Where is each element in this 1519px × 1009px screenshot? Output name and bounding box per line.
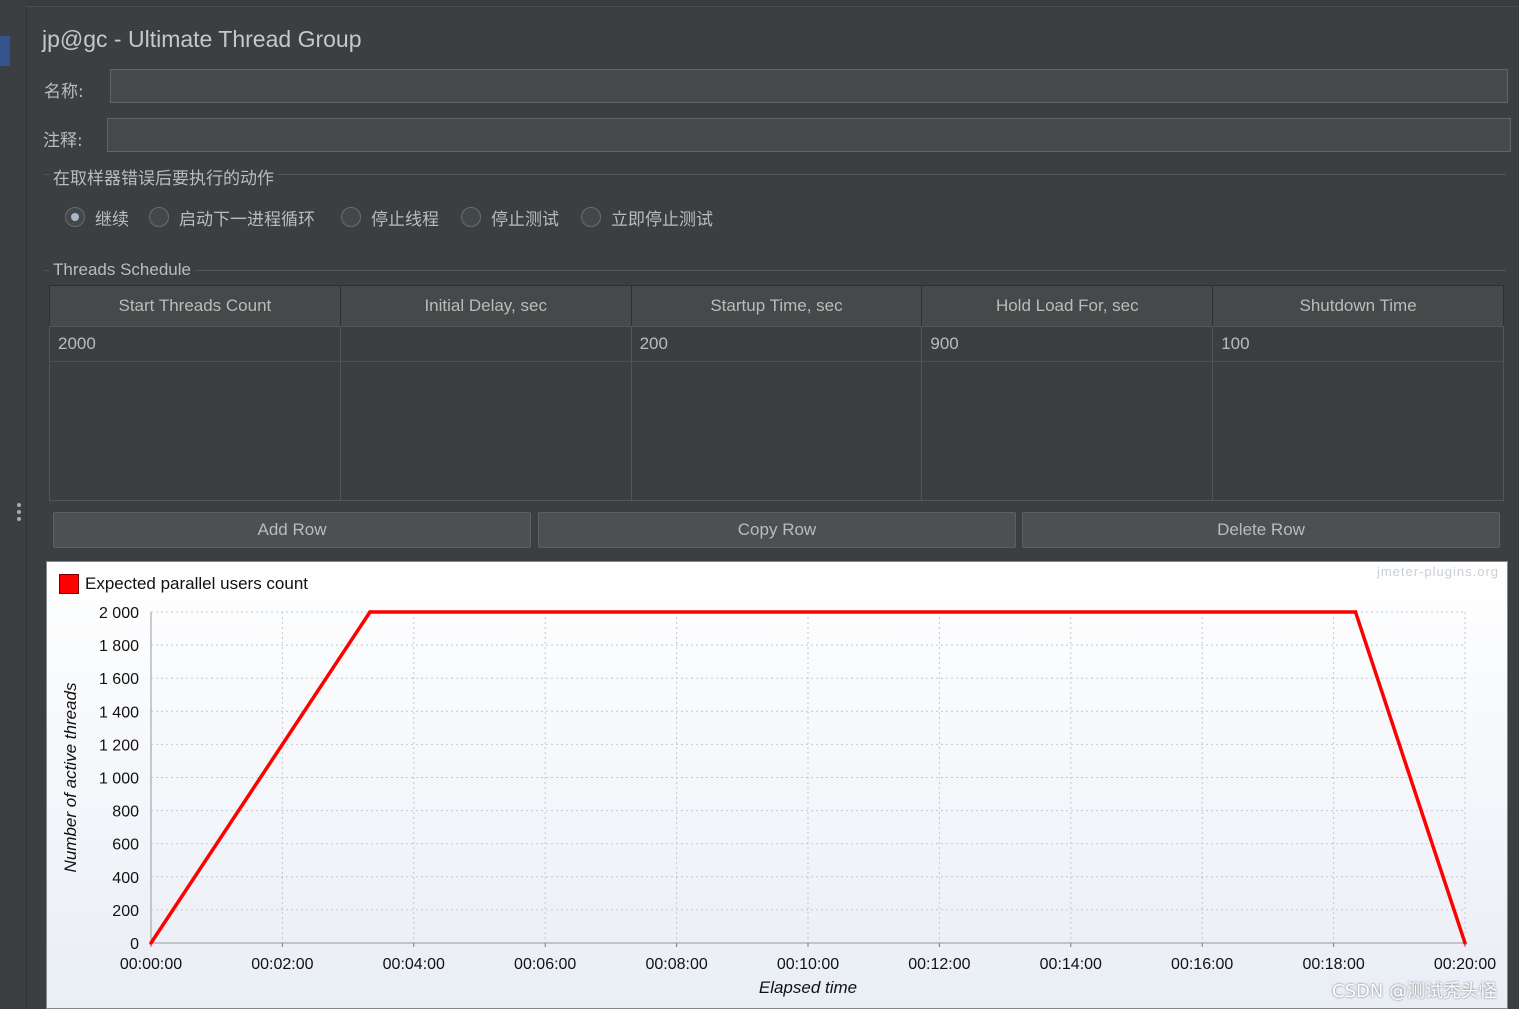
y-tick-label: 1 600 (99, 671, 139, 688)
y-tick-label: 600 (112, 837, 139, 854)
threads-schedule-table[interactable]: Start Threads Count Initial Delay, sec S… (49, 285, 1504, 501)
tree-selection-marker (0, 36, 10, 66)
copy-row-button[interactable]: Copy Row (538, 512, 1016, 548)
csdn-watermark: CSDN @测试秃头怪 (1332, 981, 1498, 1002)
radio-icon[interactable] (341, 207, 361, 227)
x-tick-label: 00:14:00 (1040, 956, 1102, 973)
table-cell[interactable] (339, 326, 632, 362)
table-cell[interactable]: 2000 (49, 326, 341, 362)
radio-label: 继续 (95, 209, 129, 230)
series-point (368, 610, 372, 614)
table-cell[interactable]: 100 (1212, 326, 1504, 362)
y-tick-label: 1 400 (99, 704, 139, 721)
x-tick-label: 00:08:00 (645, 956, 707, 973)
radio-label: 启动下一进程循环 (179, 209, 315, 230)
table-cell[interactable]: 200 (630, 326, 923, 362)
radio-selected-icon[interactable] (65, 207, 85, 227)
x-tick-label: 00:16:00 (1171, 956, 1233, 973)
schedule-border (44, 270, 1506, 271)
y-tick-label: 400 (112, 870, 139, 887)
table-cell[interactable]: 900 (921, 326, 1214, 362)
page-title: jp@gc - Ultimate Thread Group (42, 26, 362, 52)
x-tick-label: 00:12:00 (908, 956, 970, 973)
add-row-button[interactable]: Add Row (53, 512, 531, 548)
radio-label: 停止线程 (371, 209, 439, 230)
radio-stop-test[interactable]: 停止测试 (461, 205, 559, 230)
comment-label: 注释: (43, 131, 83, 151)
column-header[interactable]: Shutdown Time (1212, 285, 1504, 327)
splitter-grip-icon[interactable] (17, 503, 21, 524)
name-field[interactable] (110, 69, 1508, 103)
radio-label: 立即停止测试 (611, 209, 713, 230)
y-tick-label: 200 (112, 903, 139, 920)
schedule-title: Threads Schedule (49, 260, 195, 280)
radio-stop-thread[interactable]: 停止线程 (341, 205, 439, 230)
y-tick-label: 1 000 (99, 771, 139, 788)
error-action-title: 在取样器错误后要执行的动作 (49, 164, 278, 189)
y-tick-label: 2 000 (99, 605, 139, 622)
threads-chart: jmeter-plugins.org Expected parallel use… (46, 561, 1508, 1009)
y-tick-label: 1 200 (99, 737, 139, 754)
series-point (1353, 610, 1358, 614)
table-row[interactable]: 2000 200 900 100 (49, 326, 1504, 362)
y-tick-label: 800 (112, 804, 139, 821)
x-tick-label: 00:10:00 (777, 956, 839, 973)
radio-stop-test-now[interactable]: 立即停止测试 (581, 205, 713, 230)
radio-continue[interactable]: 继续 (65, 205, 129, 230)
x-tick-label: 00:04:00 (383, 956, 445, 973)
x-tick-label: 00:20:00 (1434, 956, 1496, 973)
x-tick-label: 00:18:00 (1302, 956, 1364, 973)
column-header[interactable]: Initial Delay, sec (339, 285, 632, 327)
column-header[interactable]: Hold Load For, sec (921, 285, 1214, 327)
top-border (26, 0, 1519, 7)
x-tick-label: 00:00:00 (120, 956, 182, 973)
series-point (1463, 941, 1467, 945)
chart-plot: 0 200 400 600 800 1 000 1 200 1 400 1 600 1 800 2 … (61, 605, 1496, 997)
column-header[interactable]: Startup Time, sec (630, 285, 923, 327)
name-label: 名称: (44, 82, 84, 102)
table-empty-area (49, 361, 1504, 501)
radio-icon[interactable] (149, 207, 169, 227)
x-axis-label: Elapsed time (759, 978, 857, 997)
radio-icon[interactable] (461, 207, 481, 227)
y-axis-label: Number of active threads (61, 682, 80, 872)
radio-start-next-loop[interactable]: 启动下一进程循环 (149, 205, 315, 230)
x-tick-label: 00:02:00 (251, 956, 313, 973)
y-tick-label: 0 (130, 936, 139, 953)
delete-row-button[interactable]: Delete Row (1022, 512, 1500, 548)
comment-field[interactable] (107, 118, 1511, 152)
column-header[interactable]: Start Threads Count (49, 285, 341, 327)
series-point (149, 941, 153, 945)
radio-label: 停止测试 (491, 209, 559, 230)
x-tick-label: 00:06:00 (514, 956, 576, 973)
radio-icon[interactable] (581, 207, 601, 227)
y-tick-label: 1 800 (99, 638, 139, 655)
